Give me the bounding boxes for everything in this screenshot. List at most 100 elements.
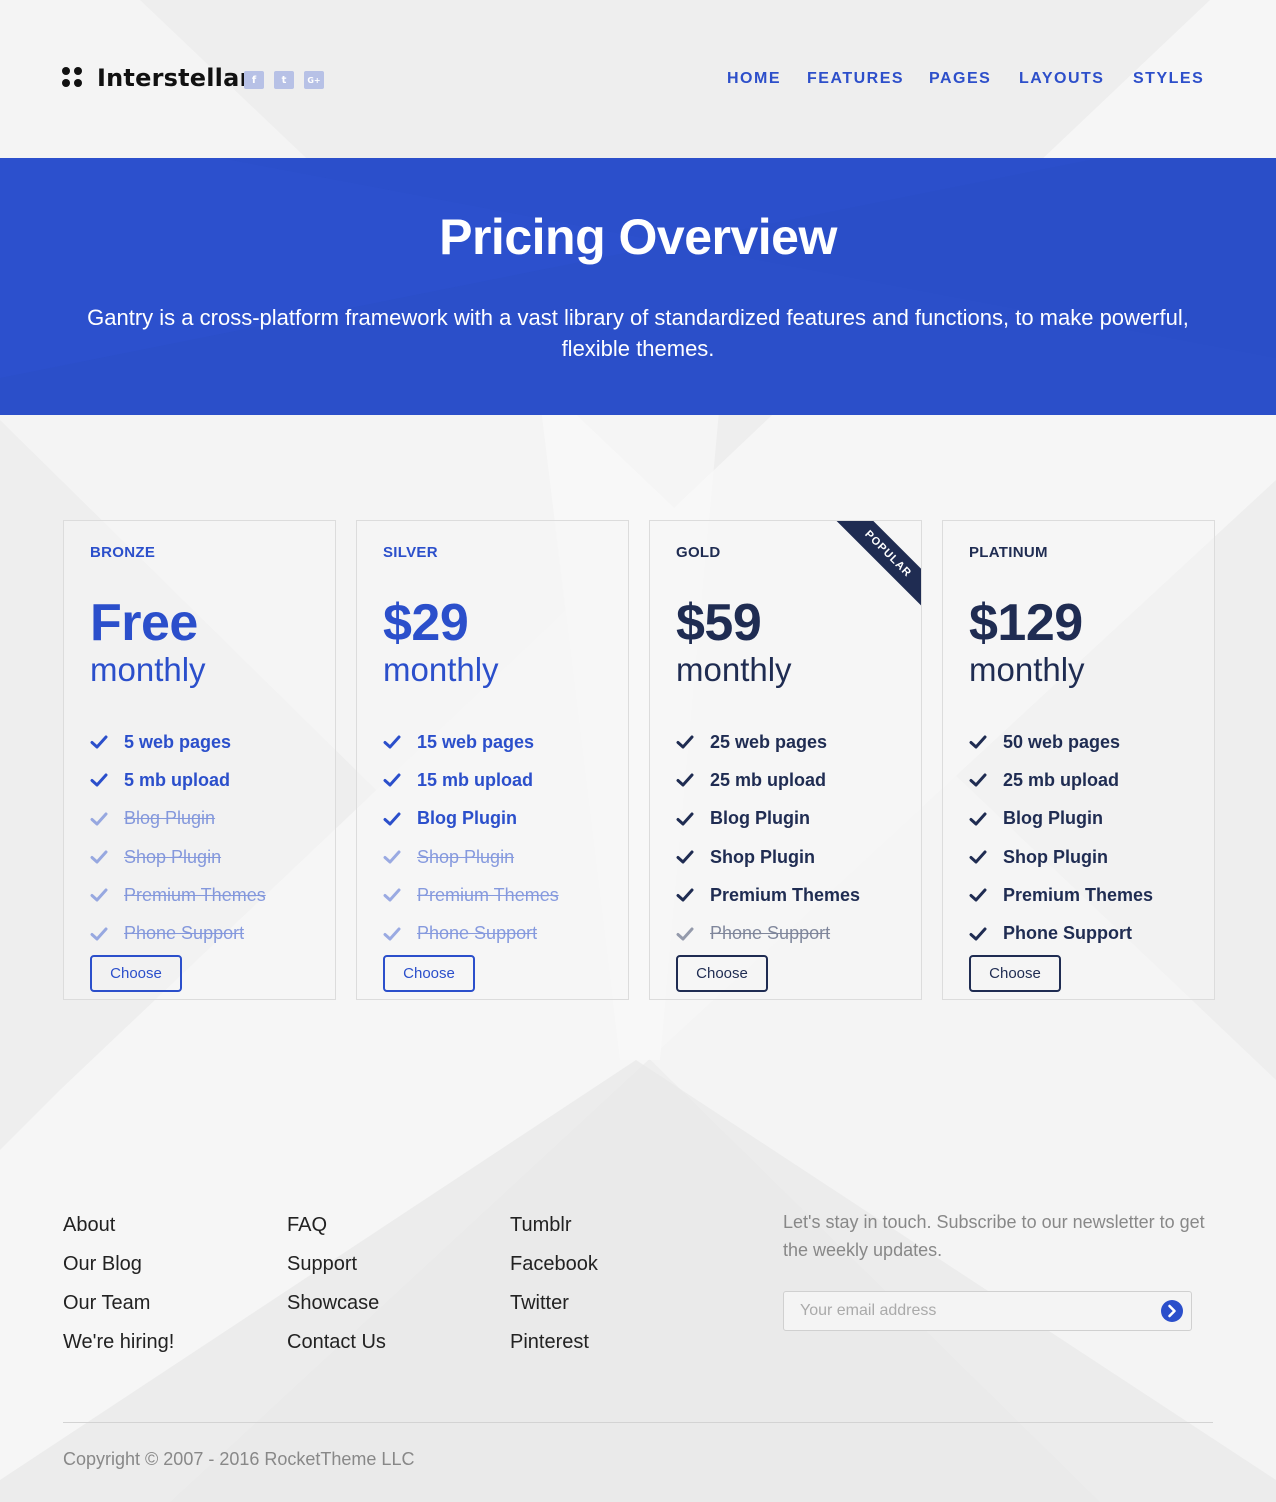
feature-label: 50 web pages — [1003, 731, 1121, 752]
feature-label: Blog Plugin — [710, 808, 810, 829]
check-icon — [90, 850, 108, 864]
plan-card-silver: SILVER $29 monthly 15 web pages 15 mb upl… — [356, 520, 629, 1000]
check-icon — [676, 850, 694, 864]
feature-label: Phone Support — [710, 923, 831, 944]
check-icon — [90, 927, 108, 941]
feature-label: 5 mb upload — [124, 769, 231, 790]
check-icon — [90, 812, 108, 826]
footer-link-pinterest[interactable]: Pinterest — [510, 1331, 589, 1353]
feature-item: 15 mb upload — [383, 761, 559, 799]
feature-label: Blog Plugin — [1003, 808, 1103, 829]
choose-button-platinum[interactable]: Choose — [969, 955, 1061, 992]
pricing-cards: BRONZE Free monthly 5 web pages 5 mb uplo… — [63, 520, 1215, 1000]
plan-tier: PLATINUM — [969, 544, 1048, 561]
choose-button-silver[interactable]: Choose — [383, 955, 475, 992]
feature-item: Shop Plugin — [90, 838, 266, 876]
check-icon — [676, 927, 694, 941]
feature-item: Shop Plugin — [383, 838, 559, 876]
plan-tier: GOLD — [676, 544, 721, 561]
check-icon — [676, 812, 694, 826]
choose-button-bronze[interactable]: Choose — [90, 955, 182, 992]
nav-layouts[interactable]: LAYOUTS — [1019, 70, 1104, 88]
feature-item: Premium Themes — [90, 876, 266, 914]
check-icon — [383, 850, 401, 864]
check-icon — [383, 888, 401, 902]
footer-link: Tumblr — [510, 1214, 598, 1253]
choose-button-gold[interactable]: Choose — [676, 955, 768, 992]
check-icon — [969, 850, 987, 864]
footer-link: FAQ — [287, 1214, 386, 1253]
feature-item: Phone Support — [90, 914, 266, 952]
feature-item: Blog Plugin — [90, 800, 266, 838]
footer-link-our-team[interactable]: Our Team — [63, 1292, 150, 1314]
footer-link: Facebook — [510, 1253, 598, 1292]
feature-label: Premium Themes — [1003, 884, 1154, 905]
feature-item: Premium Themes — [676, 876, 860, 914]
check-icon — [383, 927, 401, 941]
page-title: Pricing Overview — [439, 209, 837, 265]
nav-home[interactable]: HOME — [727, 70, 781, 88]
feature-item: Shop Plugin — [969, 838, 1153, 876]
footer-link-tumblr[interactable]: Tumblr — [510, 1214, 571, 1236]
feature-list: 15 web pages 15 mb upload Blog Plugin Shop … — [383, 723, 559, 953]
page-subtitle: Gantry is a cross-platform framework wit… — [87, 305, 1189, 361]
feature-item: Blog Plugin — [676, 800, 860, 838]
footer-link: Twitter — [510, 1292, 598, 1331]
nav-styles[interactable]: STYLES — [1133, 70, 1204, 88]
popular-ribbon: POPULAR — [825, 521, 921, 617]
feature-item: Premium Themes — [383, 876, 559, 914]
footer-link-showcase[interactable]: Showcase — [287, 1292, 379, 1314]
check-icon — [90, 773, 108, 787]
feature-label: Phone Support — [1003, 923, 1132, 944]
plan-price: $29 — [383, 594, 469, 652]
feature-label: Phone Support — [124, 923, 245, 944]
check-icon — [383, 735, 401, 749]
check-icon — [90, 735, 108, 749]
footer-link: Pinterest — [510, 1331, 598, 1370]
nav-pages[interactable]: PAGES — [929, 70, 991, 88]
feature-label: Premium Themes — [710, 884, 861, 905]
check-icon — [676, 888, 694, 902]
footer-link: We're hiring! — [63, 1331, 174, 1370]
footer-link-facebook[interactable]: Facebook — [510, 1253, 598, 1275]
footer-link-contact[interactable]: Contact Us — [287, 1331, 386, 1353]
plan-period: monthly — [969, 651, 1085, 688]
newsletter-form — [783, 1291, 1192, 1331]
feature-label: Blog Plugin — [417, 808, 517, 829]
feature-item: 50 web pages — [969, 723, 1153, 761]
footer-link-hiring[interactable]: We're hiring! — [63, 1331, 174, 1353]
footer-link: Showcase — [287, 1292, 386, 1331]
hero-pattern — [0, 158, 1276, 415]
feature-label: Phone Support — [417, 923, 538, 944]
check-icon — [676, 735, 694, 749]
check-icon — [676, 773, 694, 787]
feature-item: 5 mb upload — [90, 761, 266, 799]
feature-item: Phone Support — [676, 914, 860, 952]
check-icon — [969, 927, 987, 941]
feature-label: Premium Themes — [417, 884, 559, 905]
feature-label: 25 web pages — [710, 731, 828, 752]
footer-link-support[interactable]: Support — [287, 1253, 357, 1275]
nav-features[interactable]: FEATURES — [807, 70, 904, 88]
footer-link-twitter[interactable]: Twitter — [510, 1292, 569, 1314]
footer-link-our-blog[interactable]: Our Blog — [63, 1253, 142, 1275]
feature-item: 25 web pages — [676, 723, 860, 761]
feature-item: Shop Plugin — [676, 838, 860, 876]
feature-item: 25 mb upload — [676, 761, 860, 799]
footer-link-faq[interactable]: FAQ — [287, 1214, 327, 1236]
check-icon — [90, 888, 108, 902]
feature-label: Shop Plugin — [710, 846, 815, 867]
footer-link-about[interactable]: About — [63, 1214, 115, 1236]
submit-arrow-icon[interactable] — [1161, 1300, 1183, 1322]
feature-item: Premium Themes — [969, 876, 1153, 914]
plan-period: monthly — [676, 651, 792, 688]
plan-period: monthly — [383, 651, 499, 688]
plan-tier: SILVER — [383, 544, 438, 561]
feature-list: 25 web pages 25 mb upload Blog Plugin Shop … — [676, 723, 860, 953]
plan-price: $59 — [676, 594, 762, 652]
site-header: Interstellar f t G+ HOME FEATURES PAGES … — [0, 0, 1276, 158]
newsletter-text: Let's stay in touch. Subscribe to our ne… — [783, 1212, 1205, 1260]
check-icon — [383, 773, 401, 787]
plan-tier: BRONZE — [90, 544, 156, 561]
email-input[interactable] — [784, 1292, 1144, 1329]
